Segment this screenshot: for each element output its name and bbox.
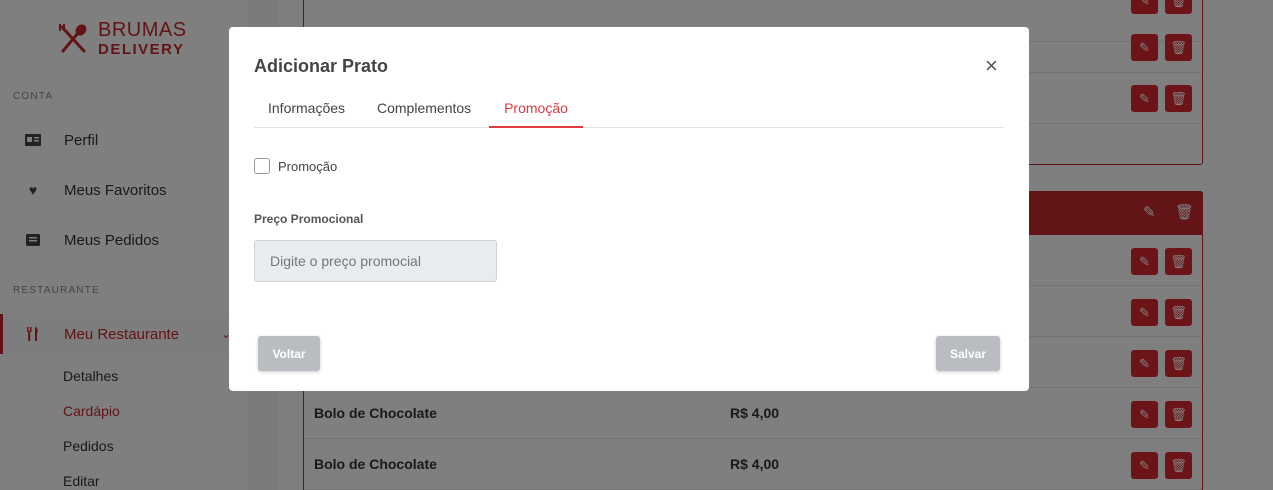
- back-button[interactable]: Voltar: [258, 336, 320, 371]
- modal-tabs: Informações Complementos Promoção: [254, 97, 1004, 128]
- promotion-checkbox-row[interactable]: Promoção: [254, 158, 337, 174]
- add-dish-modal: Adicionar Prato × Informações Complement…: [229, 27, 1029, 391]
- save-button[interactable]: Salvar: [936, 336, 1000, 371]
- promo-price-label: Preço Promocional: [254, 212, 364, 226]
- tab-complementos[interactable]: Complementos: [377, 97, 471, 128]
- tab-informacoes[interactable]: Informações: [268, 97, 345, 128]
- tab-promocao[interactable]: Promoção: [489, 97, 583, 128]
- promotion-checkbox-label: Promoção: [278, 158, 338, 174]
- modal-title: Adicionar Prato: [254, 56, 389, 76]
- close-icon[interactable]: ×: [985, 55, 998, 77]
- promo-price-input[interactable]: [254, 240, 497, 282]
- promotion-checkbox[interactable]: [254, 158, 270, 174]
